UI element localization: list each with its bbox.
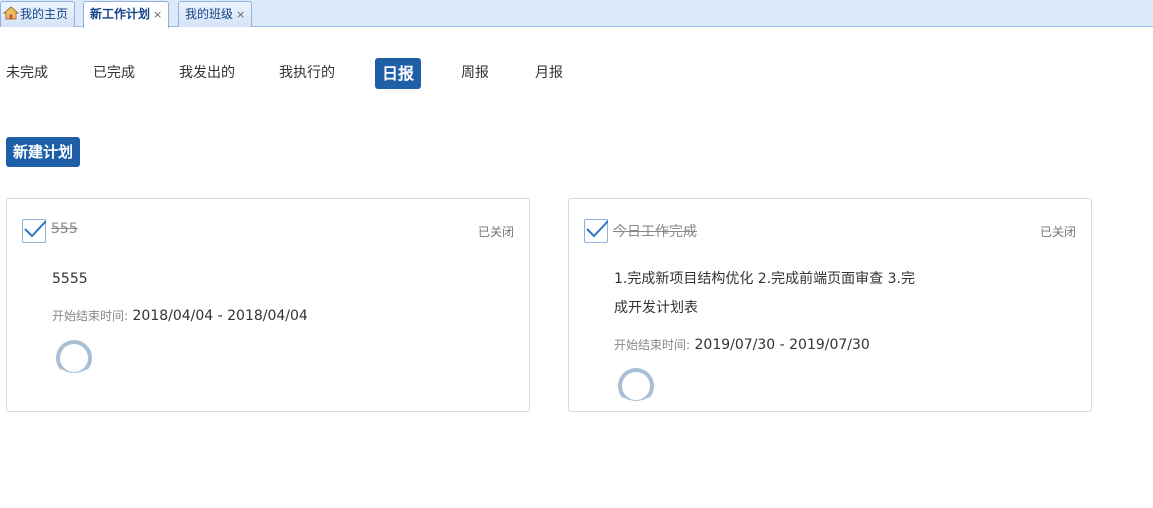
tab-new-work-plan-label: 新工作计划 [90,7,151,21]
nav-item-finished[interactable]: 已完成 [93,58,135,89]
status-badge: 已关闭 [1039,225,1076,239]
nav-item-sent-by-me[interactable]: 我发出的 [179,58,235,89]
tab-my-class-label: 我的班级 [185,7,234,21]
nav-item-unfinished[interactable]: 未完成 [6,58,48,89]
date-range: 2018/04/04 - 2018/04/04 [132,308,308,324]
plan-title: 555 [51,221,78,237]
nav-item-monthly-report[interactable]: 月报 [535,58,563,89]
checkmark-icon [24,219,46,238]
plan-date-row: 开始结束时间: 2018/04/04 - 2018/04/04 [52,307,308,324]
plan-content: 5555 [52,271,88,287]
status-badge: 已关闭 [477,225,514,239]
date-range: 2019/07/30 - 2019/07/30 [694,337,870,353]
nav-item-weekly-report[interactable]: 周报 [461,58,489,89]
tab-bar: 我的主页 新工作计划 × 我的班级 × [0,0,1153,28]
plan-card[interactable]: 555 已关闭 5555 开始结束时间: 2018/04/04 - 2018/0… [6,198,530,412]
nav-item-executed-by-me[interactable]: 我执行的 [279,58,335,89]
plan-title: 今日工作完成 [613,224,697,240]
date-label: 开始结束时间: [52,309,129,323]
tab-home[interactable]: 我的主页 [0,1,76,27]
close-icon[interactable]: × [236,8,245,21]
tab-home-label: 我的主页 [20,7,69,21]
plan-checkbox[interactable] [22,219,46,243]
close-icon[interactable]: × [153,8,162,21]
home-icon [3,6,19,20]
avatar[interactable] [617,367,655,405]
plan-checkbox[interactable] [584,219,608,243]
new-plan-button[interactable]: 新建计划 [6,137,80,167]
tab-new-work-plan[interactable]: 新工作计划 × [83,1,170,28]
avatar[interactable] [55,339,93,377]
date-label: 开始结束时间: [614,338,691,352]
checkmark-icon [586,219,608,238]
tab-my-class[interactable]: 我的班级 × [178,1,253,27]
nav-item-daily-report[interactable]: 日报 [375,58,422,89]
plan-card[interactable]: 今日工作完成 已关闭 1.完成新项目结构优化 2.完成前端页面审查 3.完成开发… [568,198,1092,412]
plan-content: 1.完成新项目结构优化 2.完成前端页面审查 3.完成开发计划表 [614,271,915,316]
plan-date-row: 开始结束时间: 2019/07/30 - 2019/07/30 [614,336,870,353]
